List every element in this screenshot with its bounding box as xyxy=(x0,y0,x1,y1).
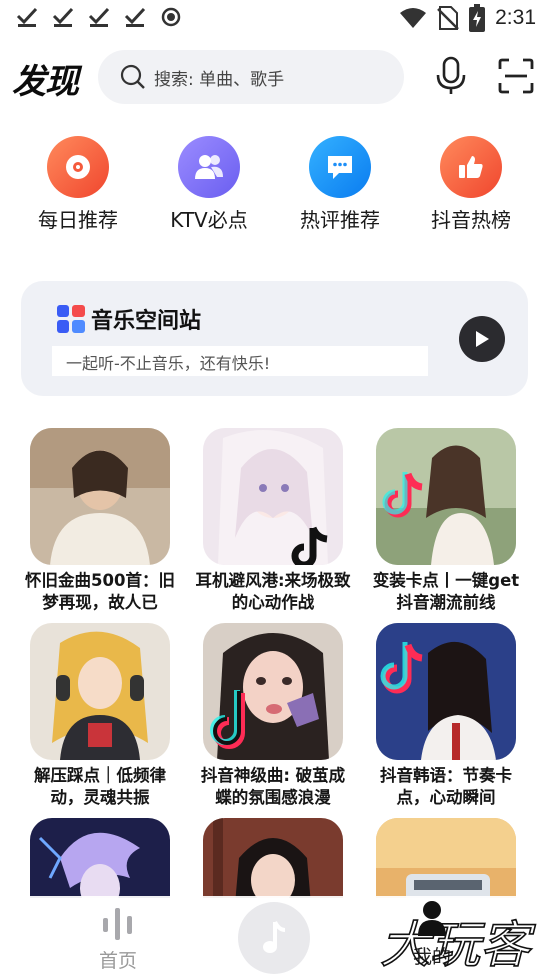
playlist-title: 怀旧金曲500首：旧梦再现，故人已 xyxy=(25,571,175,612)
quick-entry-ktv[interactable]: KTV必点 xyxy=(144,136,274,233)
scan-icon[interactable] xyxy=(498,58,534,94)
quick-entry-daily-recommend[interactable]: 每日推荐 xyxy=(13,136,143,233)
playlist-cover xyxy=(203,428,343,565)
search-bar[interactable]: 搜索: 单曲、歌手 xyxy=(98,50,404,104)
playlist-title: 解压踩点｜低频律动，灵魂共振 xyxy=(34,766,166,807)
check-icon xyxy=(124,7,146,27)
station-title: 音乐空间站 xyxy=(91,309,202,334)
svg-text:大玩客: 大玩客 xyxy=(380,916,536,974)
quick-entry-label: KTV必点 xyxy=(170,208,248,232)
now-playing-button[interactable] xyxy=(238,902,310,974)
page-title: 发现 xyxy=(12,62,79,102)
playlist-cover xyxy=(203,623,343,760)
thumbs-up-icon xyxy=(440,136,502,198)
playlist-cover xyxy=(30,623,170,760)
playlist-cover xyxy=(376,428,516,565)
quick-entry-label: 每日推荐 xyxy=(38,208,118,232)
comment-icon xyxy=(309,136,371,198)
quick-entries: 每日推荐 KTV必点 热评推荐 抖音热榜 xyxy=(0,136,546,236)
system-icons: 2:31 xyxy=(399,4,536,32)
playlist-cover xyxy=(203,818,343,898)
status-bar: 2:31 xyxy=(0,0,546,36)
playlist-grid: 怀旧金曲500首：旧梦再现，故人已 耳机避风港:来场极致的心动作战 变装卡点丨一… xyxy=(0,428,546,898)
no-sim-icon xyxy=(437,6,460,30)
playlist-card[interactable] xyxy=(193,818,353,898)
playlist-title: 抖音韩语：节奏卡点，心动瞬间 xyxy=(380,766,512,807)
music-station-card[interactable]: 音乐空间站 一起听-不止音乐，还有快乐! xyxy=(21,281,528,396)
station-logo-icon xyxy=(57,305,85,333)
quick-entry-douyin-hot[interactable]: 抖音热榜 xyxy=(406,136,536,233)
nav-home[interactable]: 首页 xyxy=(92,906,144,973)
microphone-icon[interactable] xyxy=(434,56,468,96)
wifi-icon xyxy=(400,8,427,28)
playlist-card[interactable]: 抖音韩语：节奏卡点，心动瞬间 xyxy=(366,623,526,809)
disc-icon xyxy=(47,136,109,198)
check-icon xyxy=(88,7,110,27)
playlist-title: 变装卡点丨一键get抖音潮流前线 xyxy=(372,571,520,612)
station-subtitle: 一起听-不止音乐，还有快乐! xyxy=(52,346,428,376)
quick-entry-label: 热评推荐 xyxy=(300,208,380,232)
quick-entry-hot-comments[interactable]: 热评推荐 xyxy=(275,136,405,233)
play-icon xyxy=(476,331,489,347)
check-icon xyxy=(16,7,38,27)
playlist-card[interactable]: 抖音神级曲: 破茧成蝶的氛围感浪漫 xyxy=(193,623,353,809)
playlist-cover xyxy=(30,428,170,565)
playlist-cover xyxy=(376,818,516,898)
playlist-title: 耳机避风港:来场极致的心动作战 xyxy=(195,571,351,612)
notification-icons xyxy=(16,6,182,28)
playlist-card[interactable]: 怀旧金曲500首：旧梦再现，故人已 xyxy=(20,428,180,614)
quick-entry-label: 抖音热榜 xyxy=(431,208,511,232)
watermark-logo: 大玩客 xyxy=(379,915,537,975)
playlist-cover xyxy=(376,623,516,760)
clock: 2:31 xyxy=(495,6,536,29)
home-bars-icon xyxy=(103,908,132,940)
header: 发现 搜索: 单曲、歌手 xyxy=(0,48,546,106)
search-input[interactable]: 搜索: 单曲、歌手 xyxy=(154,65,284,90)
search-icon xyxy=(120,64,145,89)
music-note-icon xyxy=(263,921,286,953)
station-play-button[interactable] xyxy=(459,316,505,362)
playlist-card[interactable] xyxy=(20,818,180,898)
playlist-card[interactable]: 解压踩点｜低频律动，灵魂共振 xyxy=(20,623,180,809)
playlist-title: 抖音神级曲: 破茧成蝶的氛围感浪漫 xyxy=(200,766,346,807)
playlist-card[interactable]: 变装卡点丨一键get抖音潮流前线 xyxy=(366,428,526,614)
record-icon xyxy=(161,7,181,27)
check-icon xyxy=(52,7,74,27)
people-icon xyxy=(178,136,240,198)
playlist-card[interactable] xyxy=(366,818,526,898)
battery-charging-icon xyxy=(469,4,486,32)
nav-home-label: 首页 xyxy=(98,950,137,972)
playlist-cover xyxy=(30,818,170,898)
playlist-card[interactable]: 耳机避风港:来场极致的心动作战 xyxy=(193,428,353,614)
